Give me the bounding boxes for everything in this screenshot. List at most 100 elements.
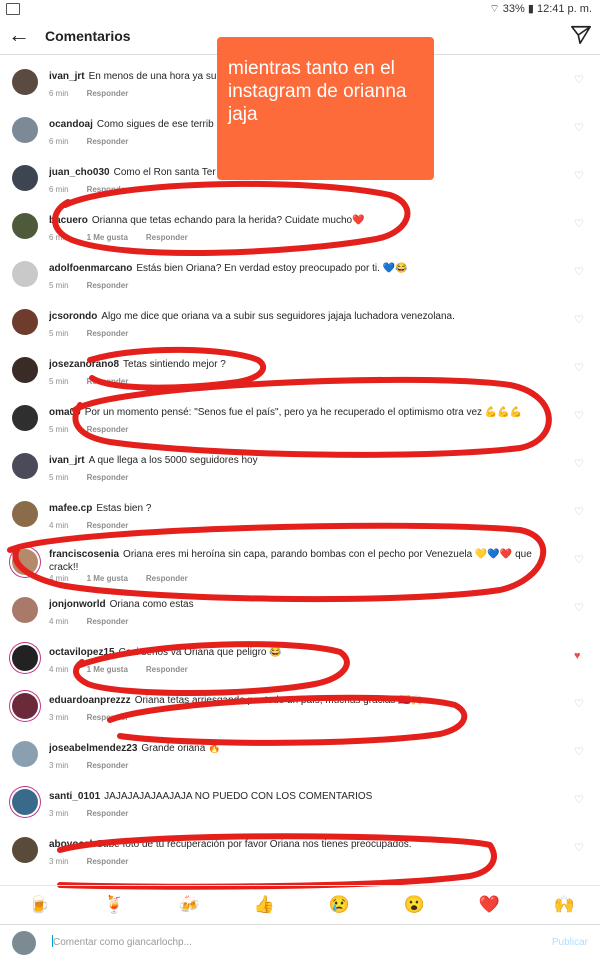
emoji-shortcut-button[interactable]: 🍺 (29, 896, 50, 914)
heart-icon[interactable]: ♡ (574, 747, 584, 758)
avatar[interactable] (12, 741, 38, 767)
heart-icon[interactable]: ♡ (574, 267, 584, 278)
comment-username[interactable]: juan_cho030 (49, 167, 110, 178)
comment-meta: 4 min Responder (49, 617, 128, 626)
heart-icon[interactable]: ♡ (574, 363, 584, 374)
comment-body: santi_0101 JAJAJAJAJAAJAJA NO PUEDO CON L… (49, 790, 549, 803)
emoji-shortcut-button[interactable]: 🍹 (104, 896, 125, 914)
comment-text: Estás bien Oriana? En verdad estoy preoc… (136, 263, 408, 274)
comment-meta: 6 min Responder (49, 89, 128, 98)
comment-username[interactable]: joseabelmendez23 (49, 743, 137, 754)
emoji-shortcut-button[interactable]: 😮 (404, 896, 425, 914)
comment-username[interactable]: bacuero (49, 215, 88, 226)
battery-icon: ▮ (527, 3, 534, 15)
heart-icon[interactable]: ♡ (574, 795, 584, 806)
reply-button[interactable]: Responder (87, 857, 129, 866)
comment-row: eduardoanprezzz Oriana tetas arriesgando … (0, 680, 600, 728)
comment-username[interactable]: santi_0101 (49, 791, 100, 802)
heart-icon[interactable]: ♡ (574, 315, 584, 326)
emoji-shortcut-button[interactable]: 🙌 (554, 896, 575, 914)
heart-icon[interactable]: ♡ (574, 171, 584, 182)
avatar[interactable] (12, 165, 38, 191)
heart-icon[interactable]: ♡ (574, 555, 584, 566)
reply-button[interactable]: Responder (146, 665, 188, 674)
heart-icon[interactable]: ♡ (574, 219, 584, 230)
comment-username[interactable]: abovocal (49, 839, 92, 850)
reply-button[interactable]: Responder (146, 233, 188, 242)
comment-row: jcsorondo Algo me dice que oriana va a su… (0, 296, 600, 344)
avatar[interactable] (12, 213, 38, 239)
heart-icon[interactable]: ♡ (574, 411, 584, 422)
heart-icon[interactable]: ♡ (574, 75, 584, 86)
avatar[interactable] (12, 453, 38, 479)
avatar[interactable] (12, 357, 38, 383)
heart-icon[interactable]: ♡ (574, 123, 584, 134)
emoji-shortcut-button[interactable]: 👍 (254, 896, 275, 914)
reply-button[interactable]: Responder (87, 521, 129, 530)
wifi-icon: ⌔ (489, 3, 500, 15)
avatar[interactable] (12, 597, 38, 623)
heart-icon[interactable]: ♥ (574, 651, 584, 662)
comment-meta: 3 min Responder (49, 761, 128, 770)
comment-body: oma09 Por un momento pensé: "Senos fue el… (49, 406, 549, 419)
comment-meta: 6 min Responder (49, 185, 128, 194)
heart-icon[interactable]: ♡ (574, 699, 584, 710)
comment-username[interactable]: octavilopez15 (49, 647, 115, 658)
comment-likes[interactable]: 1 Me gusta (87, 665, 128, 674)
avatar[interactable] (12, 261, 38, 287)
comment-username[interactable]: adolfoenmarcano (49, 263, 132, 274)
comment-username[interactable]: franciscosenia (49, 549, 119, 560)
comment-input[interactable] (53, 934, 473, 950)
heart-icon[interactable]: ♡ (574, 843, 584, 854)
comment-likes[interactable]: 1 Me gusta (87, 233, 128, 242)
comment-username[interactable]: eduardoanprezzz (49, 695, 131, 706)
heart-icon[interactable]: ♡ (574, 507, 584, 518)
heart-icon[interactable]: ♡ (574, 603, 584, 614)
reply-button[interactable]: Responder (87, 377, 129, 386)
comment-username[interactable]: oma09 (49, 407, 81, 418)
comment-text: JAJAJAJAJAAJAJA NO PUEDO CON LOS COMENTA… (104, 791, 373, 802)
post-button[interactable]: Publicar (552, 937, 588, 948)
comment-body: mafee.cp Estas bien ? (49, 502, 549, 515)
avatar[interactable] (12, 405, 38, 431)
emoji-shortcut-button[interactable]: 🍻 (179, 896, 200, 914)
gallery-icon (6, 3, 20, 15)
reply-button[interactable]: Responder (87, 137, 129, 146)
comment-likes[interactable]: 1 Me gusta (87, 574, 128, 583)
avatar[interactable] (12, 117, 38, 143)
reply-button[interactable]: Responder (87, 185, 129, 194)
reply-button[interactable]: Responder (87, 473, 129, 482)
reply-button[interactable]: Responder (87, 809, 129, 818)
reply-button[interactable]: Responder (87, 617, 129, 626)
reply-button[interactable]: Responder (87, 89, 129, 98)
comment-username[interactable]: jonjonworld (49, 599, 106, 610)
avatar[interactable] (12, 309, 38, 335)
avatar[interactable] (12, 501, 38, 527)
comment-row: joseabelmendez23 Grande oriana 🔥 3 min Resp… (0, 728, 600, 776)
avatar[interactable] (12, 645, 38, 671)
comment-username[interactable]: jcsorondo (49, 311, 97, 322)
comment-row: bacuero Orianna que tetas echando para la… (0, 200, 600, 248)
reply-button[interactable]: Responder (87, 713, 129, 722)
avatar[interactable] (12, 837, 38, 863)
heart-icon[interactable]: ♡ (574, 459, 584, 470)
avatar[interactable] (12, 549, 38, 575)
reply-button[interactable]: Responder (87, 425, 129, 434)
back-arrow-icon[interactable]: ← (8, 24, 30, 46)
comment-text: A que llega a los 5000 seguidores hoy (88, 455, 258, 466)
reply-button[interactable]: Responder (146, 574, 188, 583)
reply-button[interactable]: Responder (87, 281, 129, 290)
comment-username[interactable]: ivan_jrt (49, 71, 85, 82)
reply-button[interactable]: Responder (87, 761, 129, 770)
comment-username[interactable]: ivan_jrt (49, 455, 85, 466)
comment-username[interactable]: josezanorano8 (49, 359, 119, 370)
emoji-shortcut-button[interactable]: 😢 (329, 896, 350, 914)
reply-button[interactable]: Responder (87, 329, 129, 338)
avatar[interactable] (12, 789, 38, 815)
avatar[interactable] (12, 69, 38, 95)
send-icon[interactable] (570, 24, 592, 46)
avatar[interactable] (12, 693, 38, 719)
comment-username[interactable]: mafee.cp (49, 503, 92, 514)
comment-username[interactable]: ocandoaj (49, 119, 93, 130)
emoji-shortcut-button[interactable]: ❤️ (479, 896, 500, 914)
